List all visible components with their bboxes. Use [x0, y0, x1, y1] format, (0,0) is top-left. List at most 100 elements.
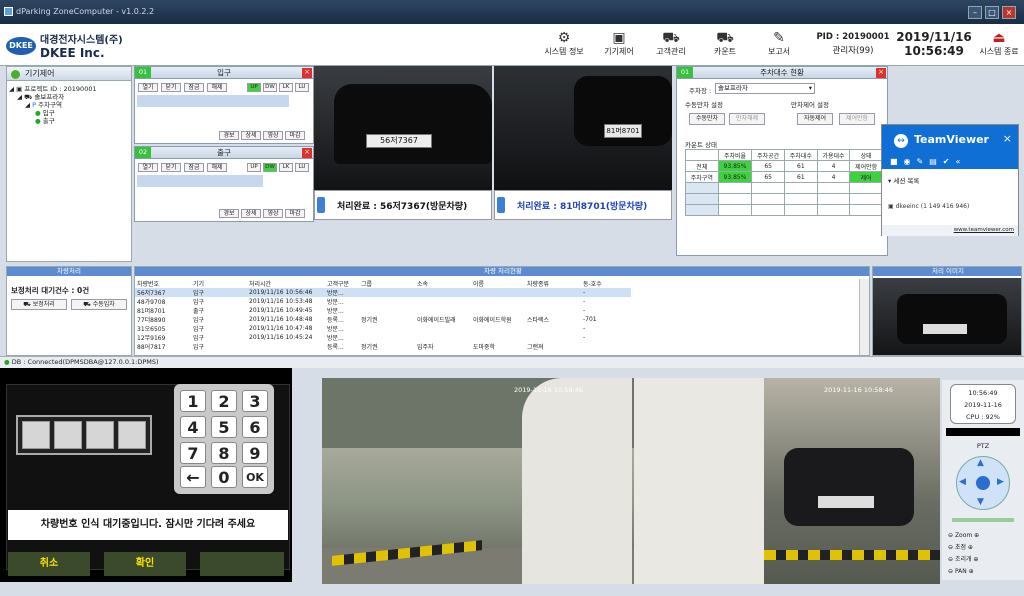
key-6[interactable]: 6 [242, 416, 268, 438]
lock-gate-button[interactable]: 잠금 [184, 163, 204, 172]
open-gate-button[interactable]: 열기 [138, 163, 158, 172]
teamviewer-link[interactable]: www.teamviewer.com [882, 225, 1018, 236]
maximize-button[interactable]: □ [985, 6, 999, 19]
toggle-up[interactable]: UP [247, 83, 261, 92]
parking-panel-header: 01 주차대수 현황 × [677, 67, 887, 79]
table-header[interactable]: 소속 [415, 279, 471, 288]
close-gate-button[interactable]: 닫기 [161, 163, 181, 172]
table-header[interactable]: 그룹 [359, 279, 415, 288]
tree-item-site[interactable]: ◢ ⛟ 솔보프라자 [9, 93, 129, 101]
tree-item-zone[interactable]: ◢ P 주차구역 [9, 101, 129, 109]
close-icon[interactable]: × [302, 148, 312, 158]
minimize-button[interactable]: – [968, 6, 982, 19]
correction-button[interactable]: ⛟ 보정처리 [11, 299, 67, 310]
full-release-button[interactable]: 만차해제 [729, 113, 765, 125]
alarm-button[interactable]: 경보 [219, 209, 239, 218]
key-8[interactable]: 8 [211, 442, 237, 464]
table-row[interactable]: 81머8701 출구 2019/11/16 10:49:45 방문... - [135, 306, 631, 315]
unlock-gate-button[interactable]: 해제 [207, 163, 227, 172]
focus-control[interactable]: ⊖ 초점 ⊕ [948, 542, 979, 554]
closing-button[interactable]: 마감 [285, 209, 305, 218]
toggle-down[interactable]: DW [263, 163, 277, 172]
unlock-gate-button[interactable]: 해제 [207, 83, 227, 92]
close-window-button[interactable]: × [1002, 6, 1016, 19]
table-header[interactable]: 고객구분 [325, 279, 359, 288]
ptz-joystick[interactable]: ▲ ▼ ◀ ▶ [956, 456, 1010, 510]
device-control-button[interactable]: ▣ 기기제어 [596, 30, 642, 62]
detail-button[interactable]: 상세 [241, 131, 261, 140]
key-1[interactable]: 1 [180, 390, 206, 412]
control-release-button[interactable]: 제어만함 [839, 113, 875, 125]
session-item[interactable]: ▣ dkeeinc (1 149 416 946) [888, 203, 969, 210]
key-4[interactable]: 4 [180, 416, 206, 438]
close-gate-button[interactable]: 닫기 [161, 83, 181, 92]
arrow-right-icon[interactable]: ▶ [997, 477, 1004, 487]
key-3[interactable]: 3 [242, 390, 268, 412]
tree-item-exit[interactable]: ● 출구 [9, 117, 129, 125]
tree-item-project[interactable]: ◢ ▣ 프로젝트 ID : 20190001 [9, 85, 129, 93]
key-2[interactable]: 2 [211, 390, 237, 412]
tree-item-entrance[interactable]: ● 입구 [9, 109, 129, 117]
count-icon: ⛟ [716, 30, 734, 46]
customer-management-button[interactable]: ⛟ 고객관리 [648, 30, 694, 62]
toggle-up[interactable]: UP [247, 163, 261, 172]
lock-gate-button[interactable]: 잠금 [184, 83, 204, 92]
table-row[interactable]: 31오6505 입구 2019/11/16 10:47:48 방문... - [135, 324, 631, 333]
table-row[interactable]: 56저7367 입구 2019/11/16 10:56:46 방문... - [135, 288, 631, 297]
video-button[interactable]: 영상 [263, 209, 283, 218]
table-header[interactable]: 동-호수 [581, 279, 631, 288]
system-exit-button[interactable]: ⏏ 시스템 종료 [976, 30, 1022, 62]
toolbar-icons[interactable]: ■◉✎▤✔« [890, 157, 966, 166]
detail-button[interactable]: 상세 [241, 209, 261, 218]
car-image [784, 448, 914, 526]
toggle-down[interactable]: DW [263, 83, 277, 92]
cancel-button[interactable]: 취소 [8, 552, 90, 576]
key-0[interactable]: 0 [211, 466, 237, 488]
table-row[interactable]: 전체 93.85% 65 61 4 제어만함 [685, 160, 883, 172]
toggle-lock[interactable]: LK [279, 163, 293, 172]
close-icon[interactable]: × [1003, 132, 1012, 145]
auto-control-button[interactable]: 자동제어 [797, 113, 833, 125]
toggle-unlock[interactable]: LU [295, 83, 309, 92]
toggle-lock[interactable]: LK [279, 83, 293, 92]
manual-entry-button[interactable]: ⛟ 수동입차 [71, 299, 127, 310]
table-row[interactable]: 48가9708 입구 2019/11/16 10:53:48 방문... - [135, 297, 631, 306]
report-button[interactable]: ✎ 보고서 [756, 30, 802, 62]
arrow-up-icon[interactable]: ▲ [977, 458, 984, 468]
key-7[interactable]: 7 [180, 442, 206, 464]
arrow-left-icon[interactable]: ◀ [959, 477, 966, 487]
manual-full-button[interactable]: 수동만차 [689, 113, 725, 125]
open-gate-button[interactable]: 열기 [138, 83, 158, 92]
pan-control[interactable]: ⊖ PAN ⊕ [948, 566, 979, 578]
ptz-speed-slider[interactable] [952, 518, 1014, 522]
key-9[interactable]: 9 [242, 442, 268, 464]
table-header[interactable]: 차량번호 [135, 279, 191, 288]
toggle-unlock[interactable]: LU [295, 163, 309, 172]
video-button[interactable]: 영상 [263, 131, 283, 140]
table-row[interactable]: 주차구역 93.85% 65 61 4 제어 [685, 171, 883, 183]
zoom-control[interactable]: ⊖ Zoom ⊕ [948, 530, 979, 542]
close-icon[interactable]: × [876, 68, 886, 78]
table-header[interactable]: 이름 [471, 279, 525, 288]
closing-button[interactable]: 마감 [285, 131, 305, 140]
key-5[interactable]: 5 [211, 416, 237, 438]
table-header[interactable]: 기기 [191, 279, 247, 288]
arrow-down-icon[interactable]: ▼ [977, 497, 984, 507]
table-row[interactable]: 12무9169 입구 2019/11/16 10:45:24 방문... - [135, 333, 631, 342]
ptz-center-icon[interactable] [976, 476, 990, 490]
table-row[interactable]: 88어7817 입구 등록... 정기권 입주자 도마중학 그랜져 [135, 342, 631, 351]
lot-select[interactable]: 솔보프라자 ▾ [715, 83, 815, 94]
alarm-button[interactable]: 경보 [219, 131, 239, 140]
table-header[interactable]: 처리시간 [247, 279, 325, 288]
system-info-button[interactable]: ⚙ 시스템 정보 [538, 30, 590, 62]
session-list-header[interactable]: ▾ 세션 목록 [888, 175, 919, 185]
iris-control[interactable]: ⊖ 조리개 ⊕ [948, 554, 979, 566]
count-button[interactable]: ⛟ 카운트 [704, 30, 746, 62]
key-ok[interactable]: OK [242, 466, 268, 488]
history-scrollbar[interactable] [859, 279, 869, 355]
confirm-button[interactable]: 확인 [104, 552, 186, 576]
close-icon[interactable]: × [302, 68, 312, 78]
table-row[interactable]: 77더8890 입구 2019/11/16 10:48:48 등록... 정기권 이화에이… [135, 315, 631, 324]
key-backspace[interactable]: ← [180, 466, 206, 488]
table-header[interactable]: 차량종류 [525, 279, 581, 288]
